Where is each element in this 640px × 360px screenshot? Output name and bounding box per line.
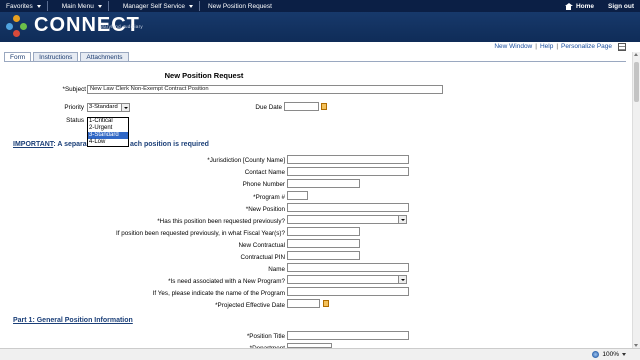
- jurisdiction-label: *Jurisdiction [County Name]: [207, 157, 285, 164]
- position-title-label: *Position Title: [246, 333, 285, 340]
- important-notice-tail: ach position is required: [130, 141, 209, 148]
- chevron-down-icon: [36, 4, 41, 8]
- priority-label: Priority: [64, 104, 84, 111]
- chevron-down-icon[interactable]: [121, 104, 129, 111]
- new-contractual-field[interactable]: [287, 239, 360, 248]
- top-nav-bar: Favorites Main Menu Manager Self Service…: [0, 0, 640, 12]
- breadcrumb-current: New Position Request: [200, 0, 278, 12]
- priority-option[interactable]: 4-Low: [88, 139, 128, 146]
- brand-subtitle: Maryland Judiciary: [100, 24, 143, 29]
- favorites-menu[interactable]: Favorites: [0, 0, 47, 12]
- sign-out-link[interactable]: Sign out: [608, 3, 634, 10]
- grid-icon[interactable]: [618, 43, 626, 51]
- priority-option[interactable]: 2-Urgent: [88, 125, 128, 132]
- favorites-label: Favorites: [6, 2, 33, 10]
- main-menu-label: Main Menu: [61, 2, 94, 10]
- contact-name-field[interactable]: [287, 167, 409, 176]
- priority-select[interactable]: 3-Standard: [87, 103, 130, 112]
- new-position-label: *New Position: [245, 206, 285, 213]
- jurisdiction-field[interactable]: [287, 155, 409, 164]
- tab-attachments[interactable]: Attachments: [80, 52, 129, 61]
- breadcrumb-manager-self-service[interactable]: Manager Self Service: [109, 0, 199, 12]
- contact-name-label: Contact Name: [244, 169, 285, 176]
- chevron-down-icon: [97, 4, 102, 8]
- contractual-pin-label: Contractual PIN: [240, 254, 285, 261]
- breadcrumb-current-label: New Position Request: [208, 2, 272, 10]
- tab-instructions[interactable]: Instructions: [33, 52, 79, 61]
- globe-icon: [592, 351, 600, 358]
- phone-number-field[interactable]: [287, 179, 360, 188]
- subject-field[interactable]: New Law Clerk Non-Exempt Contract Positi…: [87, 85, 443, 94]
- breadcrumb-label: Manager Self Service: [122, 2, 186, 10]
- chevron-down-icon[interactable]: [398, 216, 406, 223]
- new-program-select[interactable]: [287, 275, 407, 284]
- position-title-field[interactable]: [287, 331, 409, 340]
- program-name-field[interactable]: [287, 287, 409, 296]
- new-window-link[interactable]: New Window: [494, 43, 532, 50]
- calendar-icon[interactable]: [321, 103, 327, 110]
- priority-option-selected[interactable]: 3-Standard: [88, 132, 128, 139]
- priority-option[interactable]: 1-Critical: [88, 118, 128, 125]
- main-menu[interactable]: Main Menu: [48, 0, 108, 12]
- logo-icon: [4, 14, 30, 40]
- tab-form[interactable]: Form: [4, 52, 32, 61]
- due-date-field[interactable]: [284, 102, 319, 111]
- scroll-up-icon[interactable]: [634, 53, 638, 56]
- part1-heading: Part 1: General Position Information: [13, 317, 133, 324]
- important-text: : A separa: [53, 141, 87, 148]
- fiscal-years-label: If position been requested previously, i…: [116, 230, 285, 237]
- personalize-page-link[interactable]: Personalize Page: [561, 43, 612, 50]
- requested-previously-label: *Has this position been requested previo…: [157, 218, 285, 225]
- due-date-label: Due Date: [255, 104, 282, 111]
- page-links: New Window | Help | Personalize Page: [494, 43, 612, 50]
- zoom-level: 100%: [602, 351, 619, 358]
- subject-label: *Subject: [62, 86, 86, 93]
- program-number-label: *Program #: [253, 194, 285, 201]
- new-program-label: *Is need associated with a New Program?: [168, 278, 285, 285]
- scroll-down-icon[interactable]: [634, 344, 638, 347]
- tab-bar: Form Instructions Attachments: [4, 52, 129, 61]
- program-number-field[interactable]: [287, 191, 308, 200]
- home-icon: [564, 2, 573, 10]
- new-position-field[interactable]: [287, 203, 409, 212]
- calendar-icon[interactable]: [323, 300, 329, 307]
- name-field[interactable]: [287, 263, 409, 272]
- vertical-scrollbar[interactable]: [632, 52, 640, 348]
- chevron-down-icon[interactable]: [622, 353, 626, 356]
- new-contractual-label: New Contractual: [238, 242, 285, 249]
- help-link[interactable]: Help: [540, 43, 553, 50]
- important-prefix: IMPORTANT: [13, 141, 54, 148]
- fiscal-years-field[interactable]: [287, 227, 360, 236]
- page-title: New Position Request: [164, 71, 244, 80]
- zoom-control[interactable]: 100%: [592, 351, 626, 358]
- important-notice: IMPORTANT: A separa: [13, 141, 87, 148]
- requested-previously-select[interactable]: [287, 215, 407, 224]
- projected-effective-date-label: *Projected Effective Date: [215, 302, 285, 309]
- tab-divider: [4, 61, 626, 62]
- status-label: Status: [66, 117, 84, 124]
- part1-heading-text: Part 1: General Position Information: [13, 317, 133, 324]
- priority-options-list[interactable]: 1-Critical 2-Urgent 3-Standard 4-Low: [87, 117, 129, 147]
- projected-effective-date-field[interactable]: [287, 299, 320, 308]
- phone-number-label: Phone Number: [242, 181, 285, 188]
- program-name-label: If Yes, please indicate the name of the …: [152, 290, 285, 297]
- home-link[interactable]: Home: [564, 2, 594, 10]
- name-label: Name: [268, 266, 285, 273]
- scroll-thumb[interactable]: [634, 62, 639, 102]
- chevron-down-icon: [189, 4, 194, 8]
- contractual-pin-field[interactable]: [287, 251, 360, 260]
- browser-status-bar: 100%: [0, 348, 640, 360]
- home-label: Home: [575, 2, 594, 10]
- chevron-down-icon[interactable]: [398, 276, 406, 283]
